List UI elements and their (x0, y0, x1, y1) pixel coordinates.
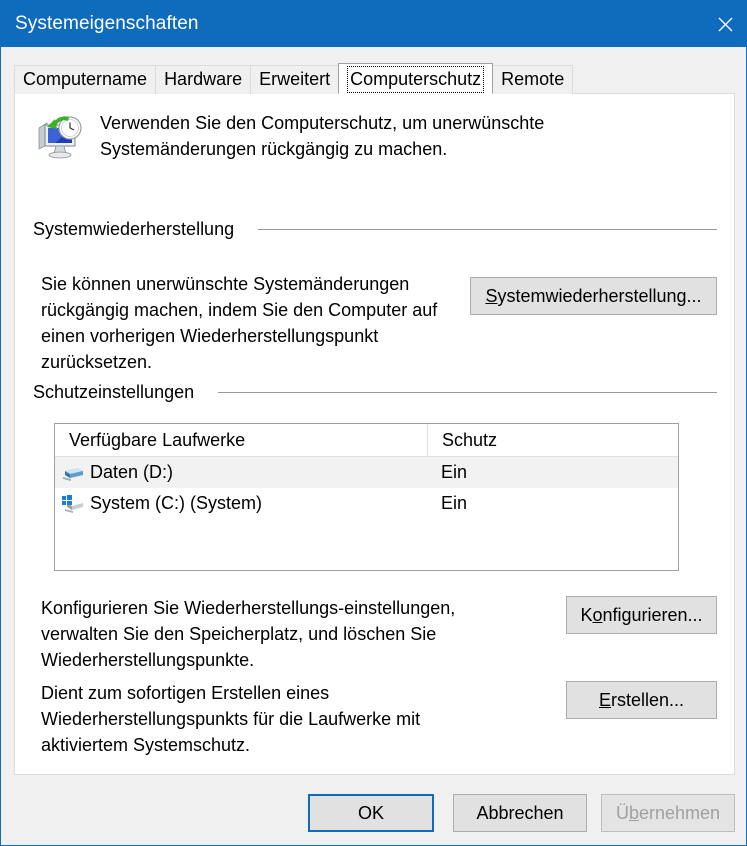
page-header-text: Verwenden Sie den Computerschutz, um une… (100, 113, 545, 159)
ok-button[interactable]: OK (308, 794, 434, 832)
button-label: OK (357, 802, 384, 823)
button-label-pre: Ü (615, 802, 629, 823)
accel-char: b (628, 802, 639, 823)
close-icon[interactable] (702, 1, 746, 47)
button-label-pre: K (580, 604, 593, 625)
column-header-protection[interactable]: Schutz (427, 424, 678, 456)
tab-page-computerschutz: Verwenden Sie den Computerschutz, um une… (14, 93, 735, 775)
configure-description: Konfigurieren Sie Wiederherstellungs-ein… (41, 598, 456, 670)
group-schutzeinstellungen: Schutzeinstellungen (33, 382, 717, 403)
row-protection-value: Ein (441, 493, 468, 513)
configure-button[interactable]: Konfigurieren... (566, 596, 717, 634)
page-header: Verwenden Sie den Computerschutz, um une… (35, 110, 705, 162)
list-header: Verfügbare Laufwerke Schutz (55, 424, 678, 457)
accel-char: S (485, 285, 498, 306)
system-drive-icon (62, 494, 84, 514)
button-label: rstellen... (610, 689, 685, 710)
system-restore-icon (35, 112, 85, 162)
tab-erweitert[interactable]: Erweitert (250, 65, 340, 94)
tab-label: Hardware (164, 69, 243, 89)
group-systemwiederherstellung: Systemwiederherstellung (33, 219, 717, 240)
accel-char: E (598, 689, 611, 710)
row-drive-cell: System (C:) (System) (55, 493, 427, 514)
row-protection-value: Ein (441, 462, 468, 482)
tab-label: Computername (23, 69, 148, 89)
button-label: ystemwiederherstellung... (497, 285, 702, 306)
group-label: Schutzeinstellungen (33, 382, 195, 402)
button-label: nfigurieren... (602, 604, 703, 625)
tab-label: Computerschutz (347, 66, 485, 93)
tab-computerschutz[interactable]: Computerschutz (338, 63, 494, 94)
system-properties-dialog: Systemeigenschaften Computername Hardwar… (0, 0, 747, 846)
create-description: Dient zum sofortigen Erstellen eines Wie… (41, 683, 421, 755)
group-separator (258, 229, 717, 230)
group-label: Systemwiederherstellung (33, 219, 235, 239)
tab-label: Remote (501, 69, 565, 89)
tab-label: Erweitert (259, 69, 331, 89)
system-restore-button[interactable]: Systemwiederherstellung... (470, 277, 717, 315)
window-title: Systemeigenschaften (15, 13, 199, 34)
drives-listbox[interactable]: Verfügbare Laufwerke Schutz Daten (D:) E… (54, 423, 679, 571)
row-drive-cell: Daten (D:) (55, 462, 427, 483)
button-label: ernehmen (638, 802, 721, 823)
tab-computername[interactable]: Computername (14, 65, 157, 94)
tab-strip: Computername Hardware Erweitert Computer… (14, 63, 735, 94)
accel-char: o (592, 604, 603, 625)
create-button[interactable]: Erstellen... (566, 681, 717, 719)
column-header-drives[interactable]: Verfügbare Laufwerke (55, 424, 427, 456)
table-row[interactable]: Daten (D:) Ein (55, 457, 678, 488)
row-drive-label: System (C:) (System) (90, 493, 263, 513)
data-drive-icon (62, 463, 84, 483)
apply-button: Übernehmen (601, 794, 735, 832)
table-row[interactable]: System (C:) (System) Ein (55, 488, 678, 519)
restore-description: Sie können unerwünschte Systemänderungen… (41, 274, 438, 372)
row-drive-label: Daten (D:) (90, 462, 174, 482)
tab-hardware[interactable]: Hardware (155, 65, 252, 94)
button-label: Abbrechen (476, 802, 564, 823)
cancel-button[interactable]: Abbrechen (453, 794, 587, 832)
group-separator (218, 392, 717, 393)
titlebar: Systemeigenschaften (1, 1, 746, 47)
tab-remote[interactable]: Remote (492, 65, 574, 94)
